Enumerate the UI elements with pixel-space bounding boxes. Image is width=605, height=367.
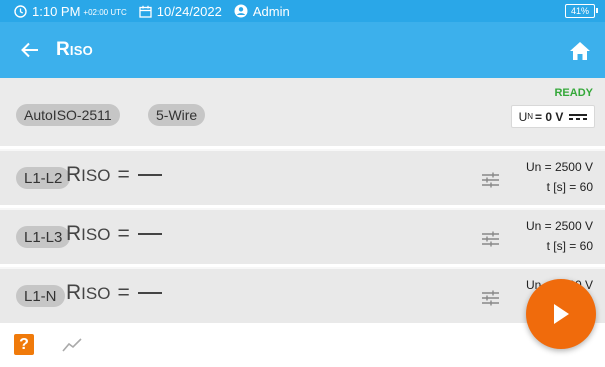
arrow-left-icon [21, 42, 38, 58]
riso-symbol-sub: ISO [81, 284, 111, 303]
clock-icon [14, 4, 27, 18]
help-icon: ? [19, 335, 29, 353]
measurement-row[interactable]: L1-N RISO= Un = 2500 V [0, 267, 605, 323]
page-title: RISO [56, 39, 93, 61]
status-date: 10/24/2022 [156, 3, 222, 19]
riso-symbol: R [66, 163, 82, 186]
app-root: 1:10 PM +02:00 UTC 10/24/2022 Admin 41% … [0, 0, 605, 367]
status-timezone: +02:00 UTC [83, 7, 127, 17]
voltage-readout: U N = 0 V [511, 105, 595, 128]
pair-chip: L1-L3 [16, 226, 71, 248]
riso-symbol: R [66, 281, 82, 304]
settings-sliders-icon[interactable] [482, 172, 499, 188]
riso-symbol-sub: ISO [81, 225, 111, 244]
riso-symbol: R [66, 222, 82, 245]
status-time: 1:10 PM [32, 3, 81, 19]
voltage-label: U [518, 109, 528, 124]
riso-equals: = [117, 222, 130, 245]
user: Admin [234, 4, 290, 19]
calendar-icon [139, 5, 152, 18]
settings-sliders-icon[interactable] [482, 290, 499, 306]
pair-chip: L1-L2 [16, 167, 71, 189]
param-voltage: Un = 2500 V [525, 160, 593, 174]
page-title-main: R [56, 39, 70, 60]
dc-icon [569, 113, 588, 121]
clock: 1:10 PM +02:00 UTC [14, 4, 127, 19]
riso-value-dash [137, 174, 162, 176]
wiring-chip[interactable]: 5-Wire [148, 104, 206, 126]
play-icon [554, 304, 569, 324]
bottom-toolbar: ? [0, 323, 605, 367]
param-time: t [s] = 60 [546, 239, 593, 253]
param-voltage: Un = 2500 V [525, 219, 593, 233]
page-title-sub: ISO [69, 43, 93, 58]
home-button[interactable] [569, 40, 591, 62]
back-button[interactable] [18, 38, 42, 62]
riso-label: R ISO = [66, 281, 162, 305]
user-icon [234, 4, 248, 18]
riso-equals: = [117, 281, 130, 304]
procedure-info-row: AutoISO-2511 5-Wire READY U N = 0 V [0, 78, 605, 146]
riso-symbol-sub: ISO [81, 166, 111, 185]
riso-label: R ISO = [66, 163, 162, 187]
voltage-label-sub: N [527, 112, 534, 121]
app-bar: RISO [0, 22, 605, 78]
riso-equals: = [117, 163, 130, 186]
status-user: Admin [252, 3, 290, 19]
home-icon [570, 42, 590, 60]
procedure-chip[interactable]: AutoISO-2511 [16, 104, 120, 126]
measurement-row[interactable]: L1-L3 R ISO = Un = 2500 V t [s] = 60 [0, 208, 605, 264]
date: 10/24/2022 [139, 4, 222, 19]
measurement-row[interactable]: L1-L2 R ISO = Un = 2500 V t [s] = 60 [0, 149, 605, 205]
riso-value-dash [137, 292, 162, 294]
battery-indicator: 41% [565, 4, 598, 18]
settings-sliders-icon[interactable] [482, 231, 499, 247]
pair-chip: L1-N [16, 285, 65, 307]
battery-level: 41% [570, 6, 589, 16]
help-button[interactable]: ? [14, 334, 34, 355]
status-ready: READY [554, 87, 593, 99]
param-time: t [s] = 60 [546, 180, 593, 194]
status-bar: 1:10 PM +02:00 UTC 10/24/2022 Admin 41% [0, 0, 605, 22]
riso-label: R ISO = [66, 222, 162, 246]
riso-value-dash [137, 233, 162, 235]
trend-chart-icon[interactable] [62, 337, 82, 353]
voltage-value: = 0 V [535, 109, 564, 124]
start-button[interactable] [526, 279, 596, 349]
